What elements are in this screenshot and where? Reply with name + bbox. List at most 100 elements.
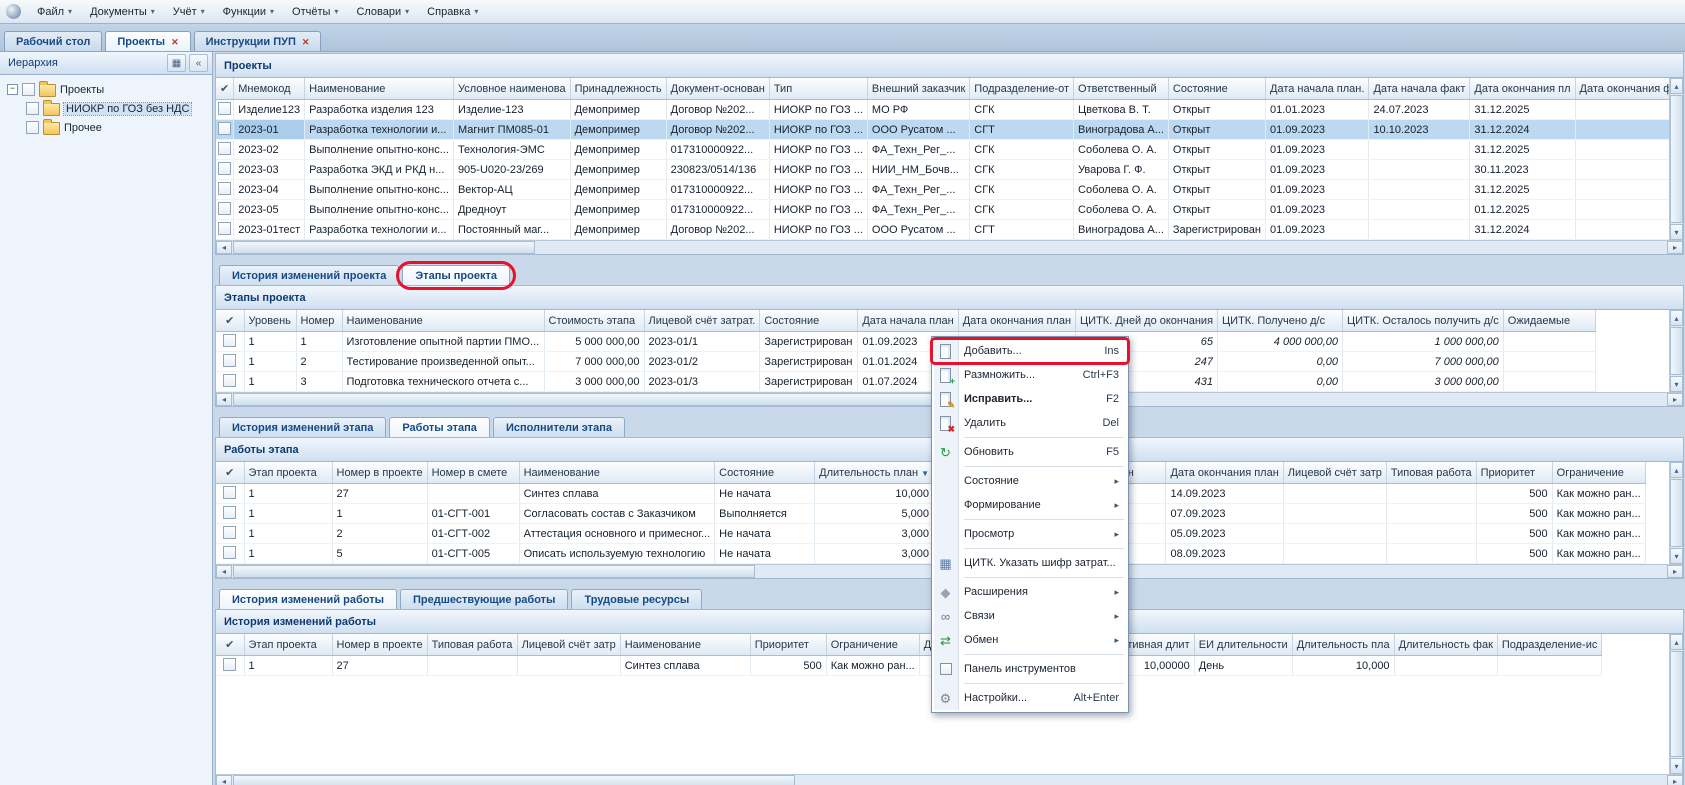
column-header[interactable]: Дата окончания план bbox=[1166, 462, 1283, 484]
history-vertical-scrollbar[interactable]: ▴▾ bbox=[1669, 634, 1683, 774]
table-row[interactable]: 2023-05Выполнение опытно-конс...Дредноут… bbox=[216, 200, 1669, 220]
menu-item-links[interactable]: ∞Связи▸ bbox=[934, 604, 1126, 628]
scroll-right-icon[interactable]: ▸ bbox=[1667, 775, 1683, 785]
scroll-thumb[interactable] bbox=[233, 565, 755, 578]
close-icon[interactable]: ✕ bbox=[171, 37, 179, 48]
menu-reports[interactable]: Отчёты▾ bbox=[283, 3, 347, 21]
scroll-thumb[interactable] bbox=[1670, 479, 1683, 547]
menu-item-refresh[interactable]: ↻ОбновитьF5 bbox=[934, 440, 1126, 464]
projects-horizontal-scrollbar[interactable]: ◂▸ bbox=[216, 240, 1683, 254]
column-header[interactable]: Длительность пла bbox=[1292, 634, 1394, 656]
column-header[interactable]: ЦИТК. Дней до окончания bbox=[1076, 310, 1218, 332]
tree-checkbox[interactable] bbox=[26, 121, 39, 134]
column-header[interactable]: Номер в смете bbox=[427, 462, 519, 484]
row-checkbox[interactable] bbox=[223, 486, 236, 499]
column-header[interactable]: Дата начала факт bbox=[1369, 78, 1470, 100]
row-checkbox[interactable] bbox=[218, 162, 231, 175]
row-checkbox[interactable] bbox=[223, 546, 236, 559]
scroll-right-icon[interactable]: ▸ bbox=[1667, 565, 1683, 578]
menu-item-add[interactable]: Добавить...Ins bbox=[934, 339, 1126, 363]
tree-node-projects[interactable]: − Проекты bbox=[2, 80, 210, 99]
column-header[interactable]: Длительность фак bbox=[1394, 634, 1497, 656]
menu-item-view[interactable]: Просмотр▸ bbox=[934, 522, 1126, 546]
row-checkbox[interactable] bbox=[223, 374, 236, 387]
tab-stage-history[interactable]: История изменений этапа bbox=[219, 417, 386, 437]
column-header[interactable]: Дата окончания план bbox=[958, 310, 1075, 332]
table-row[interactable]: 11Изготовление опытной партии ПМО...5 00… bbox=[216, 332, 1595, 352]
column-header[interactable]: Дата окончания ф bbox=[1575, 78, 1669, 100]
scroll-left-icon[interactable]: ◂ bbox=[216, 565, 232, 578]
column-header[interactable]: Номер в проекте bbox=[332, 462, 427, 484]
row-checkbox[interactable] bbox=[218, 182, 231, 195]
scroll-right-icon[interactable]: ▸ bbox=[1667, 393, 1683, 406]
menu-accounting[interactable]: Учёт▾ bbox=[164, 3, 214, 21]
tab-desktop[interactable]: Рабочий стол bbox=[4, 31, 102, 51]
column-header[interactable]: Лицевой счёт затрат. bbox=[644, 310, 760, 332]
menu-item-delete[interactable]: ✖УдалитьDel bbox=[934, 411, 1126, 435]
column-header[interactable]: Номер в проекте bbox=[332, 634, 427, 656]
scroll-left-icon[interactable]: ◂ bbox=[216, 241, 232, 254]
column-header[interactable]: Этап проекта bbox=[244, 462, 332, 484]
tab-instructions-pup[interactable]: Инструкции ПУП✕ bbox=[194, 31, 322, 51]
scroll-up-icon[interactable]: ▴ bbox=[1670, 634, 1683, 650]
hierarchy-view-icon[interactable]: ▦ bbox=[167, 54, 186, 72]
column-header[interactable]: ЦИТК. Получено д/с bbox=[1218, 310, 1343, 332]
column-header[interactable]: Ограничение bbox=[826, 634, 919, 656]
column-header[interactable]: Наименование bbox=[519, 462, 715, 484]
row-checkbox[interactable] bbox=[223, 526, 236, 539]
row-checkbox[interactable] bbox=[218, 122, 231, 135]
scroll-down-icon[interactable]: ▾ bbox=[1670, 548, 1683, 564]
tab-work-history[interactable]: История изменений работы bbox=[219, 589, 397, 609]
scroll-right-icon[interactable]: ▸ bbox=[1667, 241, 1683, 254]
scroll-left-icon[interactable]: ◂ bbox=[216, 393, 232, 406]
column-header[interactable]: Дата окончания пл bbox=[1470, 78, 1575, 100]
column-header[interactable]: Стоимость этапа bbox=[544, 310, 644, 332]
table-row[interactable]: 2023-01тестРазработка технологии и...Пос… bbox=[216, 220, 1669, 240]
row-checkbox[interactable] bbox=[223, 506, 236, 519]
menu-item-extensions[interactable]: ◆Расширения▸ bbox=[934, 580, 1126, 604]
column-header[interactable]: Ответственный bbox=[1074, 78, 1169, 100]
select-all-header[interactable]: ✔ bbox=[216, 78, 234, 100]
column-header[interactable]: Условное наименова bbox=[453, 78, 570, 100]
tab-preceding-works[interactable]: Предшествующие работы bbox=[400, 589, 568, 609]
tree-checkbox[interactable] bbox=[26, 102, 39, 115]
menu-file[interactable]: Файл▾ bbox=[28, 3, 81, 21]
column-header[interactable]: Документ-основан bbox=[666, 78, 769, 100]
column-header[interactable]: Дата начала план bbox=[858, 310, 958, 332]
scroll-thumb[interactable] bbox=[1670, 651, 1683, 757]
scroll-thumb[interactable] bbox=[1670, 327, 1683, 375]
tab-project-stages[interactable]: Этапы проекта bbox=[402, 265, 510, 285]
menu-item-edit[interactable]: ✎Исправить...F2 bbox=[934, 387, 1126, 411]
row-checkbox[interactable] bbox=[223, 334, 236, 347]
column-header[interactable]: Лицевой счёт затр bbox=[517, 634, 620, 656]
row-checkbox[interactable] bbox=[223, 354, 236, 367]
row-checkbox[interactable] bbox=[218, 202, 231, 215]
scroll-up-icon[interactable]: ▴ bbox=[1670, 310, 1683, 326]
column-header[interactable]: Мнемокод bbox=[234, 78, 305, 100]
select-all-header[interactable]: ✔ bbox=[216, 462, 244, 484]
table-row[interactable]: Изделие123Разработка изделия 123Изделие-… bbox=[216, 100, 1669, 120]
close-icon[interactable]: ✕ bbox=[302, 37, 310, 48]
column-header[interactable]: Состояние bbox=[1168, 78, 1265, 100]
column-header[interactable]: Номер bbox=[296, 310, 342, 332]
column-header[interactable]: Принадлежность bbox=[570, 78, 666, 100]
menu-item-formation[interactable]: Формирование▸ bbox=[934, 493, 1126, 517]
table-row[interactable]: 2023-02Выполнение опытно-конс...Технолог… bbox=[216, 140, 1669, 160]
scroll-thumb[interactable] bbox=[1670, 95, 1683, 223]
tree-checkbox[interactable] bbox=[22, 83, 35, 96]
column-header[interactable]: ЦИТК. Осталось получить д/с bbox=[1343, 310, 1504, 332]
scroll-up-icon[interactable]: ▴ bbox=[1670, 462, 1683, 478]
column-header[interactable]: ЕИ длительности bbox=[1194, 634, 1292, 656]
column-header[interactable]: Внешний заказчик bbox=[867, 78, 969, 100]
column-header[interactable]: Состояние bbox=[760, 310, 858, 332]
menu-dictionaries[interactable]: Словари▾ bbox=[347, 3, 418, 21]
collapse-sidebar-icon[interactable]: « bbox=[189, 54, 208, 72]
tab-stage-executors[interactable]: Исполнители этапа bbox=[493, 417, 625, 437]
column-header[interactable]: Приоритет bbox=[1476, 462, 1552, 484]
column-header[interactable]: Наименование bbox=[620, 634, 750, 656]
scroll-down-icon[interactable]: ▾ bbox=[1670, 376, 1683, 392]
scroll-thumb[interactable] bbox=[233, 393, 935, 406]
scroll-down-icon[interactable]: ▾ bbox=[1670, 758, 1683, 774]
table-row[interactable]: 12Тестирование произведенной опыт...7 00… bbox=[216, 352, 1595, 372]
tab-projects[interactable]: Проекты✕ bbox=[105, 31, 190, 51]
